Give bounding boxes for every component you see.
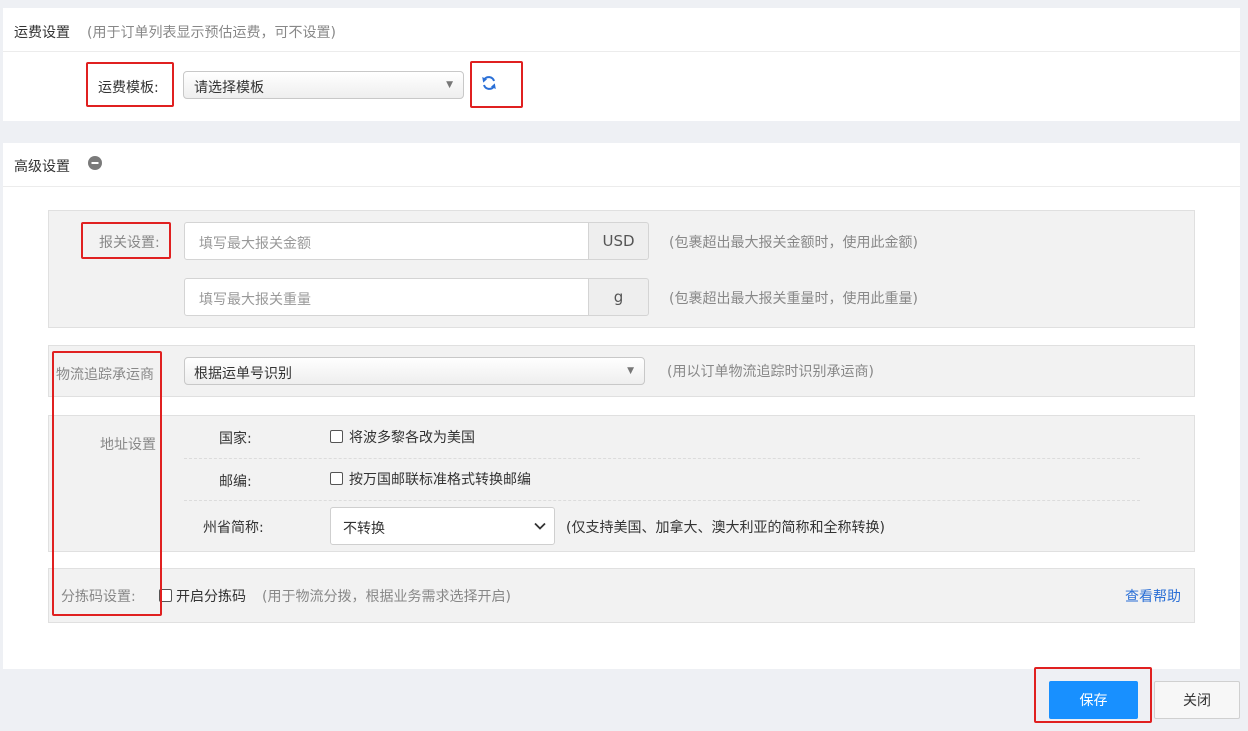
refresh-button[interactable] [479, 73, 499, 93]
state-abbr-value: 不转换 [343, 521, 385, 537]
help-link[interactable]: 查看帮助 [1125, 586, 1181, 606]
max-customs-amount-note: (包裹超出最大报关金额时，使用此金额) [669, 235, 918, 251]
zip-option-label: 按万国邮联标准格式转换邮编 [349, 472, 531, 488]
freight-template-label: 运费模板: [98, 80, 159, 96]
zip-label: 邮编: [219, 474, 252, 490]
zip-checkbox[interactable] [330, 472, 343, 485]
state-label: 州省简称: [203, 520, 264, 536]
freight-section-note: (用于订单列表显示预估运费，可不设置) [87, 25, 336, 41]
country-checkbox[interactable] [330, 430, 343, 443]
advanced-panel-header: 高级设置 [3, 143, 1240, 187]
left-labels-highlight [52, 351, 162, 616]
freight-section-title: 运费设置 [14, 25, 70, 41]
max-customs-weight-input[interactable]: 填写最大报关重量 [184, 278, 589, 316]
refresh-icon [482, 76, 496, 90]
carrier-note: (用以订单物流追踪时识别承运商) [667, 364, 874, 380]
divider [184, 458, 1140, 459]
weight-unit: g [613, 288, 624, 306]
amount-unit: USD [602, 232, 635, 250]
carrier-value: 根据运单号识别 [194, 366, 292, 382]
max-customs-weight-placeholder: 填写最大报关重量 [199, 292, 311, 308]
close-button[interactable]: 关闭 [1154, 681, 1240, 719]
zip-checkbox-option[interactable]: 按万国邮联标准格式转换邮编 [330, 469, 531, 489]
collapse-button[interactable] [88, 156, 102, 170]
advanced-section-title: 高级设置 [14, 159, 70, 175]
customs-label: 报关设置: [99, 235, 160, 251]
amount-unit-addon: USD [588, 222, 649, 260]
max-customs-amount-placeholder: 填写最大报关金额 [199, 236, 311, 252]
max-customs-amount-input[interactable]: 填写最大报关金额 [184, 222, 589, 260]
save-button[interactable]: 保存 [1049, 681, 1138, 719]
chevron-down-icon [534, 522, 546, 530]
chevron-down-icon: ▼ [446, 80, 453, 90]
max-customs-weight-note: (包裹超出最大报关重量时，使用此重量) [669, 291, 918, 307]
chevron-down-icon: ▼ [627, 366, 634, 376]
sorting-code-option[interactable]: 开启分拣码 [159, 586, 246, 606]
weight-unit-addon: g [588, 278, 649, 316]
sorting-code-note: (用于物流分拨，根据业务需求选择开启) [262, 589, 511, 605]
freight-template-select[interactable]: 请选择模板 ▼ [183, 71, 464, 99]
country-checkbox-option[interactable]: 将波多黎各改为美国 [330, 427, 475, 447]
freight-panel-header: 运费设置 (用于订单列表显示预估运费，可不设置) [3, 8, 1240, 52]
freight-template-value: 请选择模板 [194, 80, 264, 96]
state-abbr-note: (仅支持美国、加拿大、澳大利亚的简称和全称转换) [566, 520, 885, 536]
country-label: 国家: [219, 431, 252, 447]
freight-settings-panel: 运费设置 (用于订单列表显示预估运费，可不设置) [3, 8, 1240, 121]
country-option-label: 将波多黎各改为美国 [349, 430, 475, 446]
state-abbr-select[interactable]: 不转换 [330, 507, 555, 545]
sorting-code-option-label: 开启分拣码 [176, 589, 246, 605]
divider [184, 500, 1140, 501]
carrier-select[interactable]: 根据运单号识别 ▼ [184, 357, 645, 385]
minus-circle-icon [88, 156, 102, 170]
